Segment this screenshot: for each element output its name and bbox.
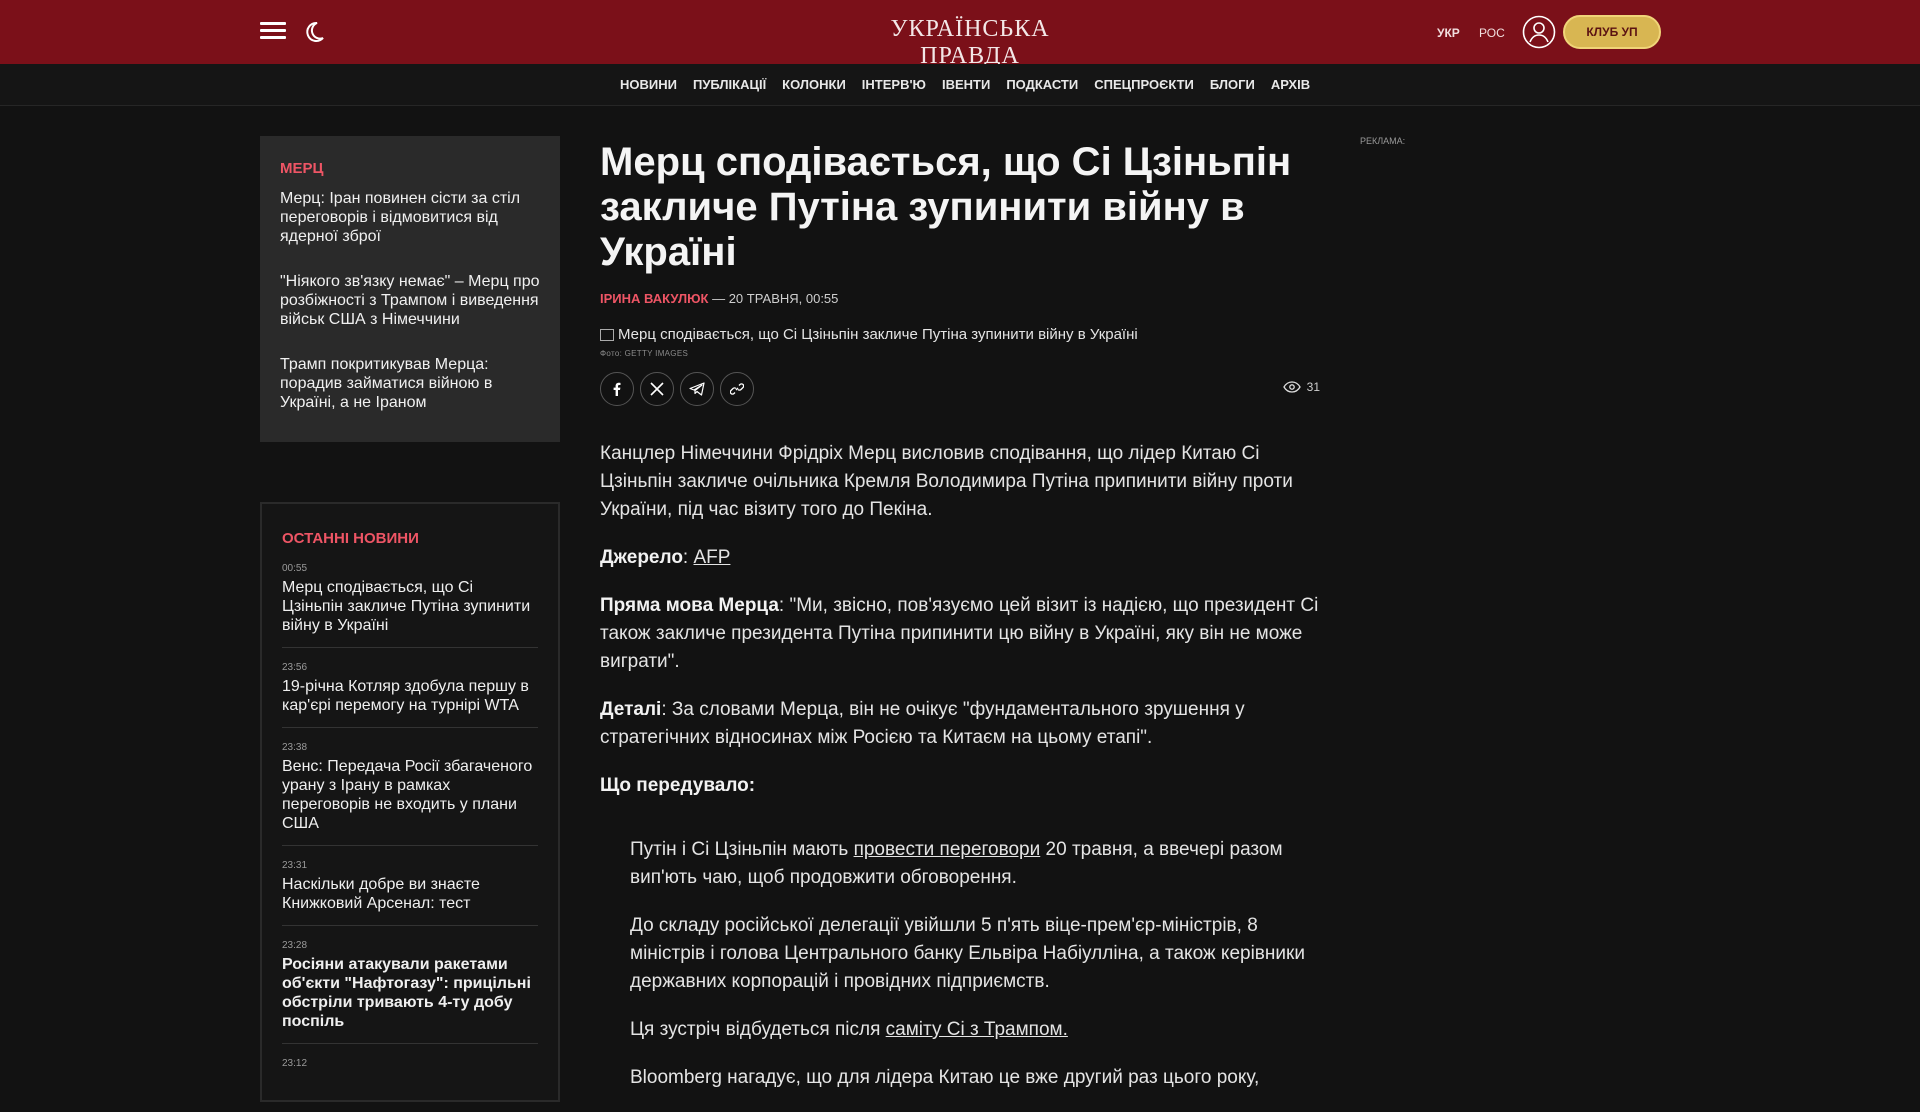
nav-item-news[interactable]: НОВИНИ [620, 77, 677, 92]
nav-item-special-projects[interactable]: СПЕЦПРОЄКТИ [1094, 77, 1194, 92]
news-time: 00:55 [282, 563, 308, 574]
article-date: — 20 ТРАВНЯ, 00:55 [712, 291, 839, 306]
quote-label: Пряма мова Мерца [600, 595, 779, 616]
details-label: Деталі [600, 699, 662, 720]
nav-item-podcasts[interactable]: ПОДКАСТИ [1006, 77, 1078, 92]
related-item[interactable]: "Ніякого зв'язку немає" – Мерц про розбі… [280, 272, 540, 329]
x-icon [650, 382, 664, 396]
talks-link[interactable]: провести переговори [854, 839, 1041, 860]
summit-link[interactable]: саміту Сі з Трампом. [886, 1019, 1068, 1040]
news-item[interactable]: 23:12 [282, 1058, 538, 1085]
news-item[interactable]: 23:56 19-річна Котляр здобула першу в ка… [282, 662, 538, 728]
views-count: 31 [1306, 380, 1320, 394]
latest-news: ОСТАННІ НОВИНИ 00:55 Мерц сподівається, … [260, 502, 560, 1102]
background-paragraph: Ця зустріч відбудеться після саміту Сі з… [630, 1016, 1320, 1044]
facebook-share-button[interactable] [600, 372, 634, 406]
copy-link-button[interactable] [720, 372, 754, 406]
nav-item-publications[interactable]: ПУБЛІКАЦІЇ [693, 77, 766, 92]
news-time: 23:28 [282, 940, 308, 951]
news-title[interactable]: 19-річна Котляр здобула першу в кар'єрі … [282, 677, 538, 715]
news-time: 23:31 [282, 860, 308, 871]
related-box: МЕРЦ Мерц: Іран повинен сісти за стіл пе… [260, 136, 560, 442]
lang-ros-link[interactable]: РОС [1479, 26, 1505, 40]
details-text: : За словами Мерца, він не очікує "фунда… [600, 699, 1245, 748]
news-time: 23:38 [282, 742, 308, 753]
source-link[interactable]: AFP [693, 547, 730, 568]
main-nav: НОВИНИ ПУБЛІКАЦІЇ КОЛОНКИ ІНТЕРВ'Ю ІВЕНТ… [0, 64, 1920, 106]
background-label: Що передувало: [600, 775, 756, 796]
news-item[interactable]: 23:31 Наскільки добре ви знаєте Книжкови… [282, 860, 538, 926]
views-counter: 31 [1282, 380, 1320, 394]
latest-news-heading[interactable]: ОСТАННІ НОВИНИ [282, 530, 538, 547]
article-photo[interactable]: Мерц сподівається, що Сі Цзіньпін заклич… [600, 326, 1320, 343]
news-item[interactable]: 00:55 Мерц сподівається, що Сі Цзіньпін … [282, 563, 538, 648]
lang-ukr-link[interactable]: УКР [1437, 26, 1460, 40]
nav-item-events[interactable]: ІВЕНТИ [942, 77, 990, 92]
article-lead: Канцлер Німеччини Фрідріх Мерц висловив … [600, 443, 1293, 520]
news-title[interactable]: Наскільки добре ви знаєте Книжковий Арсе… [282, 875, 538, 913]
article-details: Деталі: За словами Мерца, він не очікує … [600, 696, 1320, 752]
telegram-icon [689, 382, 705, 396]
ad-label: РЕКЛАМА: [1360, 136, 1406, 146]
background-paragraph: Bloomberg нагадує, що для лідера Китаю ц… [630, 1067, 1260, 1088]
site-logo[interactable]: УКРАЇНСЬКА ПРАВДА [860, 16, 1080, 70]
menu-icon[interactable] [260, 22, 286, 42]
related-item[interactable]: Мерц: Іран повинен сісти за стіл перегов… [280, 189, 540, 246]
news-title[interactable]: Венс: Передача Росії збагаченого урану з… [282, 757, 538, 833]
article-source: Джерело: AFP [600, 547, 731, 568]
nav-item-archive[interactable]: АРХІВ [1271, 77, 1310, 92]
article-quote: Пряма мова Мерца: "Ми, звісно, пов'язуєм… [600, 592, 1320, 676]
bg-text: Путін і Сі Цзіньпін мають [630, 839, 854, 860]
nav-list: НОВИНИ ПУБЛІКАЦІЇ КОЛОНКИ ІНТЕРВ'Ю ІВЕНТ… [620, 77, 1310, 92]
share-bar: 31 [600, 372, 1320, 406]
photo-credit: Фото: GETTY IMAGES [600, 349, 689, 358]
article: Мерц сподівається, що Сі Цзіньпін заклич… [600, 140, 1320, 1112]
nav-item-blogs[interactable]: БЛОГИ [1210, 77, 1255, 92]
news-time: 23:12 [282, 1058, 308, 1069]
top-bar-inner: УКРАЇНСЬКА ПРАВДА УКР РОС КЛУБ УП [260, 0, 1661, 69]
background-block: Путін і Сі Цзіньпін мають провести перег… [600, 836, 1320, 1092]
nav-item-interviews[interactable]: ІНТЕРВ'Ю [862, 77, 926, 92]
related-item[interactable]: Трамп покритикував Мерца: порадив займат… [280, 355, 540, 412]
byline: ІРИНА ВАКУЛЮК — 20 ТРАВНЯ, 00:55 [600, 291, 1320, 306]
facebook-icon [613, 382, 621, 396]
news-time: 23:56 [282, 662, 308, 673]
nav-item-columns[interactable]: КОЛОНКИ [782, 77, 846, 92]
article-title: Мерц сподівається, що Сі Цзіньпін заклич… [600, 140, 1292, 274]
eye-icon [1282, 381, 1301, 393]
news-item[interactable]: 23:28 Росіяни атакували ракетами об'єкти… [282, 940, 538, 1044]
article-background-heading: Що передувало: [600, 772, 1320, 800]
news-title[interactable]: Росіяни атакували ракетами об'єкти "Нафт… [282, 955, 538, 1031]
broken-image-icon [600, 328, 614, 341]
club-up-button[interactable]: КЛУБ УП [1563, 15, 1661, 49]
x-share-button[interactable] [640, 372, 674, 406]
background-paragraph: До складу російської делегації увійшли 5… [630, 915, 1305, 992]
top-bar: УКРАЇНСЬКА ПРАВДА УКР РОС КЛУБ УП [0, 0, 1920, 69]
related-tag[interactable]: МЕРЦ [280, 160, 540, 177]
author-link[interactable]: ІРИНА ВАКУЛЮК [600, 291, 708, 306]
bg-text: Ця зустріч відбудеться після [630, 1019, 886, 1040]
background-paragraph: Путін і Сі Цзіньпін мають провести перег… [630, 836, 1320, 892]
link-icon [730, 383, 744, 395]
dark-mode-icon[interactable] [302, 20, 326, 44]
photo-alt-text: Мерц сподівається, що Сі Цзіньпін заклич… [618, 326, 1138, 343]
news-item[interactable]: 23:38 Венс: Передача Росії збагаченого у… [282, 742, 538, 846]
user-icon[interactable] [1522, 15, 1556, 49]
telegram-share-button[interactable] [680, 372, 714, 406]
news-title[interactable]: Мерц сподівається, що Сі Цзіньпін заклич… [282, 578, 538, 635]
source-label: Джерело [600, 547, 683, 568]
